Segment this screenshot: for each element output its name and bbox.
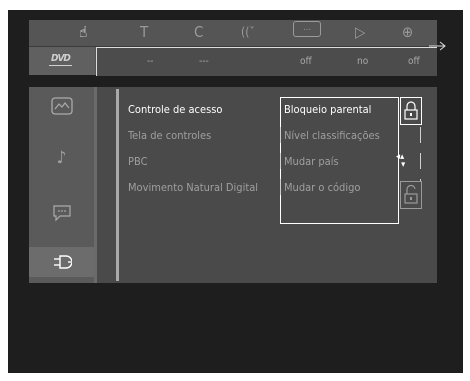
value-chapter: ---	[199, 56, 209, 67]
audio-waves-icon[interactable]: ((ˇ	[241, 23, 255, 41]
value-audio: off	[300, 56, 312, 67]
lock-open-icon[interactable]	[400, 181, 422, 209]
submenu-tick	[280, 179, 281, 195]
submenu-item-mudar-pais[interactable]: Mudar país	[284, 155, 339, 168]
lock-column: ◂▴ ▾	[396, 97, 426, 222]
menu-item-movimento-natural[interactable]: Movimento Natural Digital	[128, 181, 258, 194]
value-area: -- --- off no off	[96, 47, 437, 76]
hand-pointer-icon[interactable]: ☝	[79, 23, 87, 41]
submenu-item-bloqueio-parental[interactable]: Bloqueio parental	[284, 103, 371, 116]
sidebar-separator	[94, 87, 97, 283]
dvd-tab[interactable]: DVD	[29, 47, 95, 75]
arrow-right-icon	[429, 41, 446, 51]
top-menu-bar: ☝ T C ((ˇ … ▷ ⊕ DVD -- --- off no off	[29, 20, 446, 76]
submenu-tick	[280, 127, 281, 143]
submenu-item-mudar-codigo[interactable]: Mudar o código	[284, 181, 360, 194]
value-subtitle: no	[357, 56, 369, 67]
setup-panel: ♪ Controle de acesso Tela de controles P…	[29, 87, 437, 283]
menu-vertical-bar	[116, 89, 119, 281]
speech-bubble-icon[interactable]	[29, 198, 94, 228]
submenu-item-nivel-classificacoes[interactable]: Nível classificações	[284, 129, 380, 142]
menu-item-tela-controles[interactable]: Tela de controles	[128, 129, 211, 142]
up-down-arrows-icon: ◂▴ ▾	[396, 152, 406, 170]
value-row: DVD -- --- off no off	[29, 47, 437, 76]
lock-tick	[420, 153, 421, 169]
value-zoom: off	[408, 56, 420, 67]
menu-item-pbc[interactable]: PBC	[128, 155, 147, 168]
value-text: --	[147, 56, 154, 67]
subtitle-bubble-icon[interactable]: …	[293, 21, 321, 37]
menu-item-controle-acesso[interactable]: Controle de acesso	[128, 103, 222, 116]
dvd-logo: DVD	[49, 53, 72, 66]
angle-icon[interactable]: ▷	[355, 23, 365, 41]
sidebar: ♪	[29, 87, 94, 283]
music-note-icon[interactable]: ♪	[29, 143, 94, 173]
repeat-C-icon[interactable]: C	[194, 23, 203, 41]
plug-icon[interactable]	[29, 247, 94, 277]
text-T-icon[interactable]: T	[140, 23, 148, 41]
lock-closed-icon[interactable]	[400, 97, 422, 125]
top-icon-row: ☝ T C ((ˇ … ▷ ⊕	[29, 20, 437, 46]
lock-tick	[420, 127, 421, 143]
picture-icon[interactable]	[29, 91, 94, 121]
submenu: Bloqueio parental Nível classificações M…	[265, 97, 399, 224]
submenu-tick	[280, 153, 281, 169]
zoom-icon[interactable]: ⊕	[402, 23, 413, 41]
